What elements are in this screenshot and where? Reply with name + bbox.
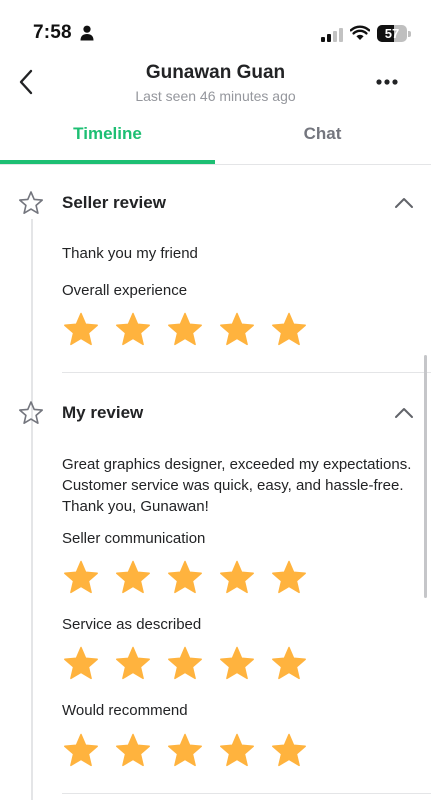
my-review-title: My review bbox=[62, 403, 144, 422]
contact-name: Gunawan Guan bbox=[145, 62, 286, 83]
star-filled-icon bbox=[64, 312, 98, 346]
star-filled-icon bbox=[64, 733, 98, 767]
star-filled-icon bbox=[116, 646, 150, 680]
star-filled-icon bbox=[220, 733, 254, 767]
star-filled-icon bbox=[64, 646, 98, 680]
star-outline-icon bbox=[19, 191, 43, 214]
rating-label: Would recommend bbox=[62, 702, 188, 719]
star-filled-icon bbox=[64, 560, 98, 594]
timeline-line bbox=[31, 219, 33, 800]
star-rating bbox=[63, 646, 308, 682]
star-filled-icon bbox=[168, 312, 202, 346]
chevron-up-icon[interactable] bbox=[394, 407, 414, 419]
rating-label: Service as described bbox=[62, 616, 202, 633]
tab-timeline[interactable]: Timeline bbox=[0, 112, 215, 164]
my-review-comment: Great graphics designer, exceeded my exp… bbox=[62, 456, 412, 515]
star-filled-icon bbox=[168, 646, 202, 680]
person-icon bbox=[80, 25, 94, 41]
tab-bar: Timeline Chat bbox=[0, 112, 431, 165]
status-bar: 7:58 57 bbox=[0, 0, 431, 54]
star-rating bbox=[63, 560, 308, 596]
star-rating bbox=[63, 733, 308, 769]
wifi-icon bbox=[350, 25, 370, 40]
star-filled-icon bbox=[220, 646, 254, 680]
star-filled-icon bbox=[272, 646, 306, 680]
star-filled-icon bbox=[220, 560, 254, 594]
star-filled-icon bbox=[272, 733, 306, 767]
star-filled-icon bbox=[116, 733, 150, 767]
star-filled-icon bbox=[168, 560, 202, 594]
seller-review-title: Seller review bbox=[62, 193, 166, 212]
star-filled-icon bbox=[116, 560, 150, 594]
star-filled-icon bbox=[272, 312, 306, 346]
rating-label: Overall experience bbox=[62, 282, 188, 299]
cellular-signal-icon bbox=[321, 28, 343, 42]
divider bbox=[62, 793, 431, 794]
status-time: 7:58 bbox=[33, 22, 72, 43]
active-tab-indicator bbox=[0, 160, 215, 164]
more-horizontal-icon[interactable] bbox=[374, 76, 400, 88]
star-rating bbox=[63, 312, 308, 348]
chevron-up-icon[interactable] bbox=[394, 197, 414, 209]
star-filled-icon bbox=[220, 312, 254, 346]
star-outline-icon bbox=[19, 401, 43, 424]
rating-label: Seller communication bbox=[62, 530, 206, 547]
seller-review-comment: Thank you my friend bbox=[62, 245, 198, 262]
scrollbar[interactable] bbox=[424, 355, 427, 598]
star-filled-icon bbox=[168, 733, 202, 767]
last-seen-status: Last seen 46 minutes ago bbox=[135, 88, 296, 104]
tab-chat[interactable]: Chat bbox=[215, 112, 430, 164]
battery-level: 57 bbox=[384, 26, 400, 41]
star-filled-icon bbox=[116, 312, 150, 346]
divider bbox=[62, 372, 431, 373]
battery-indicator: 57 bbox=[377, 25, 411, 42]
star-filled-icon bbox=[272, 560, 306, 594]
